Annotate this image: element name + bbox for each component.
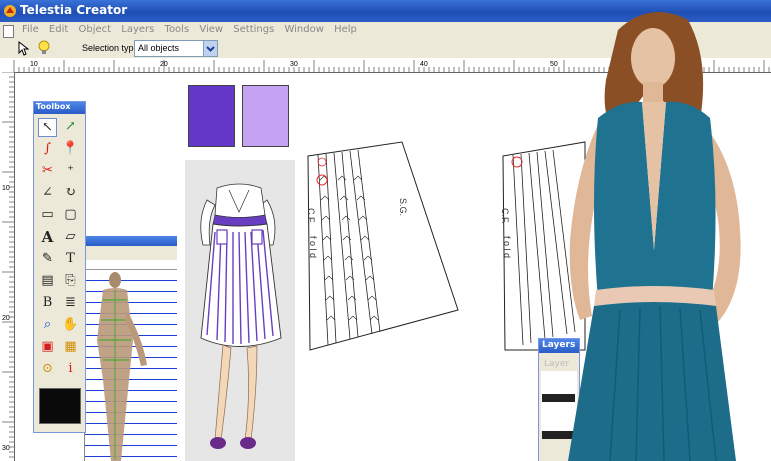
pattern-left-fold-label: f o l d xyxy=(308,236,318,259)
copy-icon[interactable]: ⎘ xyxy=(61,272,80,291)
ruler-label: 30 xyxy=(2,445,10,452)
menu-layers[interactable]: Layers xyxy=(121,24,154,35)
select-arrow-icon[interactable]: ↖ xyxy=(38,118,57,137)
rotate-icon[interactable]: ↻ xyxy=(61,184,80,203)
rectangle-icon[interactable]: ▭ xyxy=(38,206,57,225)
ruler-label: 30 xyxy=(290,61,298,68)
ruler-label: 10 xyxy=(30,61,38,68)
pattern-left-cf-label: C.F. xyxy=(306,208,316,225)
rounded-rect-icon[interactable]: ▢ xyxy=(61,206,80,225)
new-document-icon[interactable] xyxy=(3,25,14,38)
vertical-ruler[interactable]: 10 20 30 xyxy=(0,72,15,461)
curve-icon[interactable]: ∫ xyxy=(38,140,57,159)
zoom-icon[interactable]: ⌕ xyxy=(38,316,57,335)
menu-view[interactable]: View xyxy=(199,24,223,35)
ruler-label: 20 xyxy=(2,315,10,322)
toolbox-palette: Toolbox ↖ ↗ ∫ 📍 ✂ ⁺ ∠ ↻ ▭ ▢ A ▱ ✎ T ▤ ⎘ B ≣ ⌕ ✋ ▣ ▦ ⊙ i xyxy=(33,101,86,433)
menu-object[interactable]: Object xyxy=(78,24,111,35)
toolbox-title: Toolbox xyxy=(36,102,71,111)
selection-type-label: Selection type: xyxy=(82,43,142,53)
pattern-left-grain-label: S.G. xyxy=(398,198,408,217)
fashion-sketch xyxy=(200,183,282,449)
parallelogram-icon[interactable]: ▱ xyxy=(61,228,80,247)
measure-icon[interactable]: ⊙ xyxy=(38,360,57,379)
body-window-toolbar xyxy=(85,246,177,260)
menu-file[interactable]: File xyxy=(22,24,39,35)
layers-icon[interactable]: ≣ xyxy=(61,294,80,313)
pen-icon[interactable]: ✎ xyxy=(38,250,57,269)
menu-window[interactable]: Window xyxy=(284,24,323,35)
page-icon[interactable]: ▤ xyxy=(38,272,57,291)
pattern-right-fold-label: f o l d xyxy=(502,236,512,259)
body-measurement-window xyxy=(84,236,177,461)
pattern-right-cf-label: C.F. xyxy=(500,208,510,225)
swatch-light-violet[interactable] xyxy=(242,85,289,147)
info-icon[interactable]: i xyxy=(61,360,80,379)
pointer-icon[interactable] xyxy=(17,41,29,56)
selection-type-select[interactable]: All objects xyxy=(134,40,218,57)
pattern-piece-left[interactable] xyxy=(300,140,470,360)
lightbulb-icon[interactable] xyxy=(38,40,50,56)
grade-icon[interactable]: ▦ xyxy=(61,338,80,357)
hand-icon[interactable]: ✋ xyxy=(61,316,80,335)
body-figure xyxy=(97,272,147,461)
current-color-swatch[interactable] xyxy=(39,388,81,424)
app-logo-icon xyxy=(4,5,16,17)
object-b-icon[interactable]: B xyxy=(38,294,57,313)
menu-settings[interactable]: Settings xyxy=(233,24,274,35)
body-window-title-bar xyxy=(85,236,177,246)
text-icon[interactable]: A xyxy=(38,228,57,247)
menu-help[interactable]: Help xyxy=(334,24,357,35)
frame-icon[interactable]: ▣ xyxy=(38,338,57,357)
chevron-down-icon[interactable] xyxy=(203,41,217,56)
node-edit-icon[interactable]: ↗ xyxy=(61,118,80,137)
selection-type-value: All objects xyxy=(138,43,180,53)
body-window-ruler xyxy=(85,260,177,270)
angle-icon[interactable]: ∠ xyxy=(38,184,57,203)
menu-tools[interactable]: Tools xyxy=(165,24,190,35)
toolbox-title-bar[interactable]: Toolbox xyxy=(34,102,85,114)
ruler-label: 10 xyxy=(2,185,10,192)
menu-edit[interactable]: Edit xyxy=(49,24,68,35)
pin-icon[interactable]: 📍 xyxy=(61,140,80,159)
cut-icon[interactable]: ✂ xyxy=(38,162,57,181)
text-path-icon[interactable]: T xyxy=(61,250,80,269)
app-window: Telestia Creator File Edit Object Layers… xyxy=(0,0,771,461)
point-add-icon[interactable]: ⁺ xyxy=(61,162,80,181)
model-photo xyxy=(568,12,741,461)
ruler-label: 40 xyxy=(420,61,428,68)
swatch-dark-violet[interactable] xyxy=(188,85,235,147)
ruler-label: 20 xyxy=(160,61,168,68)
window-title: Telestia Creator xyxy=(20,3,128,17)
